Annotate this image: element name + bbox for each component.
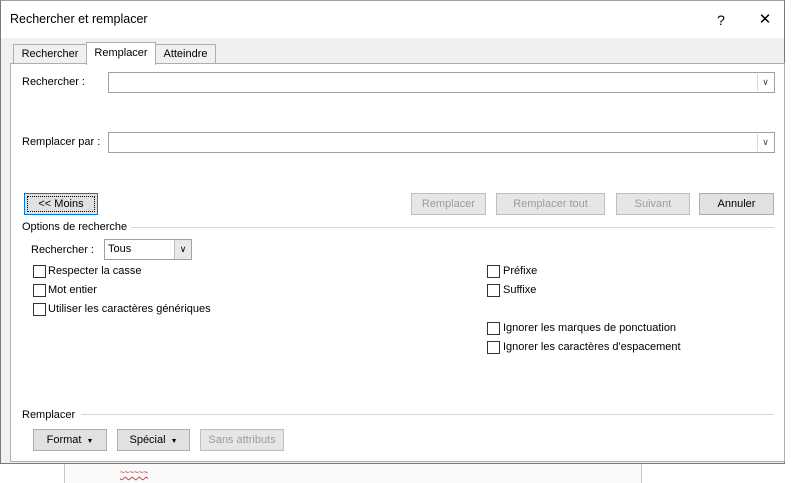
close-button[interactable]: ✕ (748, 7, 782, 33)
chevron-down-icon[interactable]: ∨ (757, 134, 773, 151)
prefix-label: Préfixe (503, 265, 538, 277)
separator (81, 414, 774, 415)
separator (131, 227, 774, 228)
whole-word-checkbox[interactable] (33, 284, 46, 297)
search-options-heading: Options de recherche (22, 221, 128, 233)
replace-all-button[interactable]: Remplacer tout (496, 193, 605, 215)
format-button[interactable]: Format ▼ (33, 429, 107, 451)
suffix-checkbox[interactable] (487, 284, 500, 297)
replace-input[interactable]: ∨ (108, 132, 775, 153)
special-button-label: Spécial (129, 434, 166, 446)
search-direction-label: Rechercher : (31, 244, 94, 256)
help-button[interactable]: ? (707, 7, 735, 33)
tab-find[interactable]: Rechercher (13, 44, 87, 64)
ignore-punctuation-label: Ignorer les marques de ponctuation (503, 322, 677, 334)
tab-replace[interactable]: Remplacer (86, 42, 156, 65)
special-button[interactable]: Spécial ▼ (117, 429, 190, 451)
no-formatting-button[interactable]: Sans attributs (200, 429, 284, 451)
match-case-checkbox[interactable] (33, 265, 46, 278)
dialog-title: Rechercher et remplacer (10, 12, 148, 26)
prefix-checkbox[interactable] (487, 265, 500, 278)
replace-section-heading: Remplacer (22, 409, 76, 421)
find-label: Rechercher : (22, 76, 85, 88)
match-case-label: Respecter la casse (48, 265, 142, 277)
suffix-label: Suffixe (503, 284, 537, 296)
ignore-whitespace-label: Ignorer les caractères d'espacement (503, 341, 681, 353)
format-button-label: Format (46, 434, 82, 446)
find-input[interactable]: ∨ (108, 72, 775, 93)
search-direction-select[interactable]: Tous ∨ (104, 239, 192, 260)
document-text-fragment: ~~~~~~ (120, 468, 149, 477)
caret-down-icon: ▼ (170, 438, 178, 445)
replace-button[interactable]: Remplacer (411, 193, 486, 215)
wildcards-checkbox[interactable] (33, 303, 46, 316)
whole-word-label: Mot entier (48, 284, 97, 296)
wildcards-label: Utiliser les caractères génériques (48, 303, 211, 315)
title-bar: Rechercher et remplacer ? ✕ (1, 1, 784, 38)
ignore-punctuation-checkbox[interactable] (487, 322, 500, 335)
tab-goto[interactable]: Atteindre (155, 44, 216, 64)
search-direction-value: Tous (108, 243, 132, 255)
cancel-button[interactable]: Annuler (699, 193, 774, 215)
tab-panel-replace: Rechercher : ∨ Remplacer par : ∨ << Moin… (10, 63, 785, 462)
ignore-whitespace-checkbox[interactable] (487, 341, 500, 354)
next-button[interactable]: Suivant (616, 193, 690, 215)
less-button[interactable]: << Moins (24, 193, 98, 215)
find-replace-dialog: Rechercher et remplacer ? ✕ Rechercher R… (0, 0, 785, 464)
chevron-down-icon[interactable]: ∨ (757, 74, 773, 91)
replace-label: Remplacer par : (22, 136, 101, 148)
caret-down-icon: ▼ (86, 438, 94, 445)
chevron-down-icon[interactable]: ∨ (174, 240, 191, 259)
